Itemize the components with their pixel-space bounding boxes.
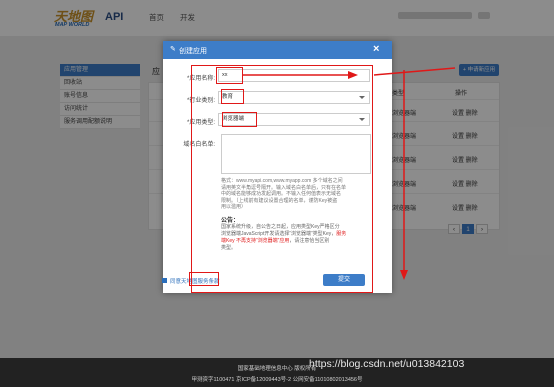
annotation-arrows [243, 67, 456, 280]
annotation-arrowhead [348, 71, 358, 79]
watermark: https://blog.csdn.net/u013842103 [309, 358, 465, 370]
annotation-arrow [373, 67, 456, 76]
annotation-arrowhead [400, 270, 408, 280]
